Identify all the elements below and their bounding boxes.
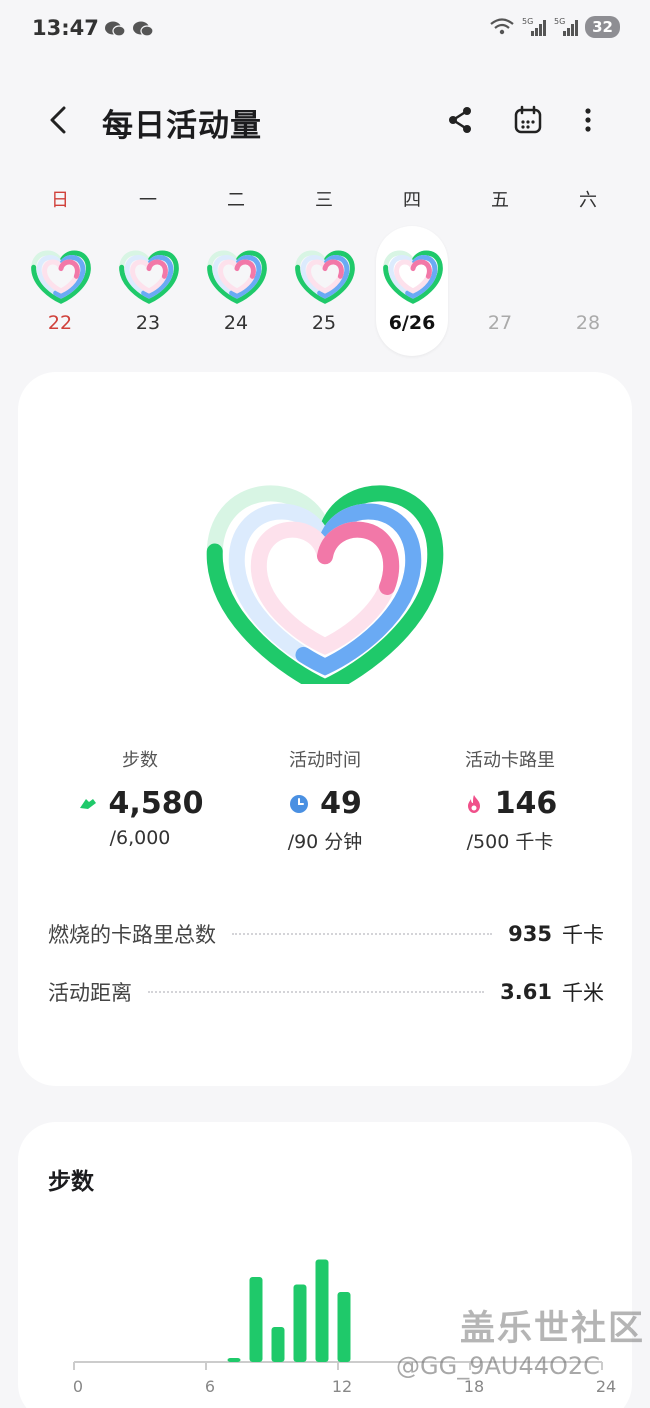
active-time-goal: /90 分钟 <box>287 831 363 853</box>
date-label: 23 <box>135 312 161 334</box>
signal-label: 5G <box>522 17 533 26</box>
day-2[interactable]: 二 24 <box>192 186 280 356</box>
flame-icon <box>467 794 480 813</box>
weekday-label: 三 <box>315 190 333 211</box>
header: 每日活动量 <box>0 92 650 148</box>
status-bar: 13:47 5G 5G 32 <box>0 0 650 60</box>
day-5: 五 27 <box>456 186 544 356</box>
watermark-text: 盖乐世社区 <box>460 1309 646 1349</box>
total-calories-label: 燃烧的卡路里总数 <box>48 923 216 947</box>
weekday-label: 四 <box>403 190 421 211</box>
steps-bar <box>315 1259 329 1362</box>
page-title: 每日活动量 <box>102 108 262 144</box>
day-3[interactable]: 三 25 <box>280 186 368 356</box>
signal-icon: 5G <box>522 17 547 36</box>
signal-label: 5G <box>554 17 565 26</box>
active-calories-label: 活动卡路里 <box>465 750 555 771</box>
steps-label: 步数 <box>122 750 158 771</box>
weekday-label: 日 <box>51 190 69 211</box>
x-tick-label: 0 <box>73 1377 83 1396</box>
total-calories-row[interactable]: 燃烧的卡路里总数 935 千卡 <box>48 916 604 952</box>
active-calories-goal: /500 千卡 <box>466 831 554 853</box>
wechat-icon <box>105 21 126 37</box>
x-tick-label: 12 <box>332 1377 352 1396</box>
total-calories-unit: 千卡 <box>562 923 604 947</box>
calendar-icon <box>514 105 542 134</box>
weekday-label: 六 <box>579 190 597 211</box>
clock-icon <box>290 794 309 813</box>
battery-indicator: 32 <box>585 16 620 38</box>
steps-bar <box>337 1292 351 1362</box>
weekday-label: 二 <box>227 190 245 211</box>
active-time-label: 活动时间 <box>289 750 361 771</box>
mini-activity-ring-icon <box>207 250 267 304</box>
activity-card: 步数 4,580 /6,000 活动时间 49 /90 分钟 活动卡路里 146… <box>18 372 632 1086</box>
signal-icon: 5G <box>554 17 579 36</box>
steps-bar <box>293 1284 307 1362</box>
share-icon <box>449 107 471 133</box>
date-label: 24 <box>223 312 249 334</box>
mini-activity-ring-icon <box>119 250 179 304</box>
distance-row[interactable]: 活动距离 3.61 千米 <box>48 974 604 1010</box>
active-calories-value: 146 <box>494 786 558 821</box>
dotted-leader <box>232 933 493 935</box>
wechat-icon <box>133 21 154 37</box>
status-notification-icons <box>104 20 154 38</box>
distance-value: 3.61 <box>500 980 552 1004</box>
day-6: 六 28 <box>544 186 632 356</box>
steps-value: 4,580 <box>108 786 204 821</box>
steps-bar <box>249 1277 263 1362</box>
day-4[interactable]: 四 6/26 <box>368 186 456 356</box>
active-time-stat[interactable]: 活动时间 49 /90 分钟 <box>225 746 425 854</box>
more-vertical-icon <box>585 108 591 132</box>
weekday-label: 一 <box>139 190 157 211</box>
steps-goal: /6,000 <box>109 827 171 849</box>
date-label: 25 <box>311 312 337 334</box>
mini-activity-ring-icon <box>31 250 91 304</box>
calendar-button[interactable] <box>508 100 548 140</box>
date-label: 28 <box>575 312 601 334</box>
distance-label: 活动距离 <box>48 981 132 1005</box>
distance-unit: 千米 <box>562 981 604 1005</box>
date-label: 27 <box>487 312 513 334</box>
date-label: 22 <box>47 312 73 334</box>
week-selector: 日 22 一 23 二 24 三 25 四 6/26 五 27 六 28 <box>16 186 634 356</box>
mini-activity-ring-icon <box>383 250 443 304</box>
date-label: 6/26 <box>388 312 436 334</box>
day-1[interactable]: 一 23 <box>104 186 192 356</box>
weekday-label: 五 <box>491 190 509 211</box>
total-calories-value: 935 <box>508 922 552 946</box>
back-arrow-icon <box>50 106 66 134</box>
steps-bar <box>271 1327 285 1362</box>
activity-rings <box>206 485 444 684</box>
share-button[interactable] <box>440 100 480 140</box>
shoe-icon <box>79 798 96 809</box>
day-0[interactable]: 日 22 <box>16 186 104 356</box>
steps-stat[interactable]: 步数 4,580 /6,000 <box>40 746 240 849</box>
watermark-handle: @GG_9AU44O2C <box>396 1352 600 1380</box>
back-button[interactable] <box>40 100 80 140</box>
mini-activity-ring-icon <box>295 250 355 304</box>
active-time-value: 49 <box>320 786 362 821</box>
dotted-leader <box>148 991 485 993</box>
status-time: 13:47 <box>32 16 99 40</box>
active-calories-stat[interactable]: 活动卡路里 146 /500 千卡 <box>410 746 610 854</box>
steps-bar <box>227 1358 241 1362</box>
wifi-icon <box>490 18 514 35</box>
steps-chart-title: 步数 <box>48 1169 94 1195</box>
x-tick-label: 6 <box>205 1377 215 1396</box>
more-options-button[interactable] <box>568 100 608 140</box>
